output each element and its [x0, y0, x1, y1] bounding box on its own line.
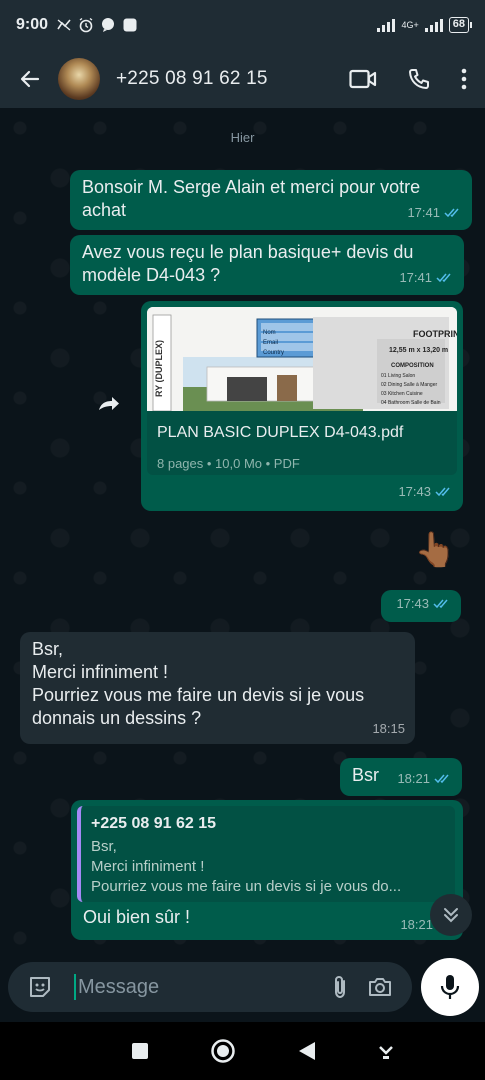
- message-bubble[interactable]: Bsr 18:21: [340, 758, 462, 796]
- network-type: 4G+: [401, 19, 419, 30]
- message-time: 18:15: [372, 721, 405, 736]
- voice-call-icon[interactable]: [407, 67, 431, 91]
- message-line: Bsr,: [32, 639, 64, 659]
- more-options-icon[interactable]: [461, 68, 467, 90]
- battery-indicator: 68: [448, 17, 473, 33]
- message-bubble[interactable]: Bonsoir M. Serge Alain et merci pour vot…: [70, 170, 472, 230]
- read-receipt-icon: [434, 774, 449, 784]
- chat-area[interactable]: Hier Bonsoir M. Serge Alain et merci pou…: [0, 108, 485, 960]
- quoted-line: Bsr,: [91, 838, 117, 855]
- missed-call-icon: [56, 17, 72, 33]
- home-icon[interactable]: [210, 1038, 236, 1064]
- camera-icon[interactable]: [360, 975, 400, 999]
- back-nav-icon[interactable]: [297, 1040, 317, 1062]
- message-bubble[interactable]: 17:43: [381, 590, 461, 622]
- quoted-message[interactable]: +225 08 91 62 15 Bsr, Merci infiniment !…: [77, 806, 455, 902]
- read-receipt-icon: [435, 487, 450, 497]
- document-name: PLAN BASIC DUPLEX D4-043.pdf: [157, 424, 404, 441]
- recent-apps-icon[interactable]: [130, 1041, 150, 1061]
- thumbnail-field: Country: [263, 350, 285, 356]
- message-text: Bonsoir M. Serge Alain et merci pour vot…: [82, 177, 421, 220]
- message-meta: 17:43: [398, 480, 453, 503]
- cell-signal-icon: [424, 18, 443, 32]
- chat-header: +225 08 91 62 15: [0, 50, 485, 108]
- microphone-icon: [440, 975, 460, 999]
- message-text: Avez vous reçu le plan basique+ devis du…: [82, 242, 414, 285]
- message-time: 18:21: [400, 917, 433, 932]
- message-meta: 17:43: [396, 592, 451, 615]
- message-meta: 17:41: [407, 201, 462, 224]
- system-navigation-bar: [0, 1022, 485, 1080]
- read-receipt-icon: [444, 208, 459, 218]
- message-text: Oui bien sûr !: [83, 907, 191, 927]
- thumbnail-list-item: 04 Bathroom Salle de Bain: [381, 400, 441, 406]
- contact-avatar[interactable]: [58, 58, 100, 100]
- message-meta: 18:15: [372, 717, 405, 740]
- date-chip: Hier: [230, 130, 255, 145]
- status-bar: 9:00 4G+ 68: [0, 0, 485, 50]
- quoted-line: Merci infiniment !: [91, 858, 205, 875]
- document-info[interactable]: PLAN BASIC DUPLEX D4-043.pdf 8 pages • 1…: [147, 411, 457, 475]
- chat-notification-icon: [100, 17, 116, 33]
- video-call-icon[interactable]: [349, 68, 377, 90]
- app-notification-icon: [122, 17, 138, 33]
- message-composer: Message: [8, 962, 412, 1012]
- quoted-sender: +225 08 91 62 15: [91, 815, 217, 832]
- message-time: 17:43: [398, 484, 431, 499]
- scroll-to-bottom-button[interactable]: [430, 894, 472, 936]
- message-time: 18:21: [397, 771, 430, 786]
- document-thumbnail[interactable]: FOOTPRINT 12,55 m x 13,20 m RY (DUPLEX) …: [147, 307, 457, 411]
- hide-keyboard-icon[interactable]: [377, 1041, 395, 1061]
- message-input[interactable]: Message: [74, 974, 320, 1000]
- message-meta: 17:41: [399, 266, 454, 289]
- reply-message[interactable]: +225 08 91 62 15 Bsr, Merci infiniment !…: [71, 800, 463, 940]
- attach-icon[interactable]: [320, 974, 360, 1000]
- sticker-icon[interactable]: [20, 974, 60, 1000]
- quoted-line: Pourriez vous me faire un devis si je vo…: [91, 878, 402, 895]
- emoji-content: 👆🏾: [414, 531, 457, 569]
- read-receipt-icon: [436, 273, 451, 283]
- message-line: Merci infiniment !: [32, 662, 169, 682]
- message-line: Pourriez vous me faire un devis si je vo…: [32, 685, 365, 728]
- alarm-icon: [78, 17, 94, 33]
- message-meta: 18:21: [397, 767, 452, 790]
- document-message[interactable]: FOOTPRINT 12,55 m x 13,20 m RY (DUPLEX) …: [141, 301, 463, 511]
- message-time: 17:41: [407, 205, 440, 220]
- contact-name[interactable]: +225 08 91 62 15: [116, 68, 268, 90]
- message-time: 17:41: [399, 270, 432, 285]
- read-receipt-icon: [433, 599, 448, 609]
- message-bubble[interactable]: Avez vous reçu le plan basique+ devis du…: [70, 235, 464, 295]
- emoji-message[interactable]: 👆🏾: [414, 526, 457, 574]
- status-time: 9:00: [16, 16, 49, 33]
- message-meta: 18:21: [400, 913, 433, 936]
- message-text: Bsr: [352, 765, 379, 785]
- message-time: 17:43: [396, 596, 429, 611]
- forward-button[interactable]: [92, 386, 128, 422]
- wifi-signal-icon: [377, 18, 396, 32]
- voice-record-button[interactable]: [421, 958, 479, 1016]
- back-arrow-icon[interactable]: [12, 61, 48, 97]
- document-details: 8 pages • 10,0 Mo • PDF: [157, 456, 300, 471]
- thumbnail-side-label: RY (DUPLEX): [154, 339, 164, 397]
- message-bubble-incoming[interactable]: Bsr, Merci infiniment ! Pourriez vous me…: [20, 632, 415, 744]
